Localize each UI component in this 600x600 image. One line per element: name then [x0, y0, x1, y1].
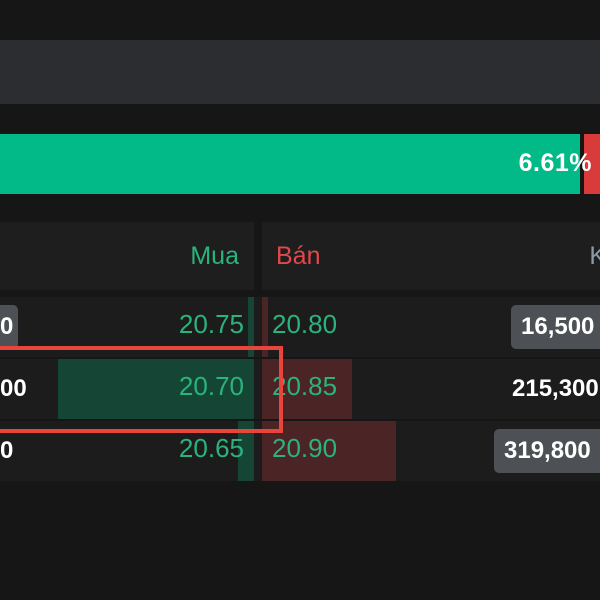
sell-volume: 16,500 [511, 305, 600, 349]
buy-price[interactable]: 20.65 [179, 433, 244, 464]
buy-quantity: 0 [0, 437, 14, 464]
sell-cell[interactable]: 20.90 319,800 [262, 421, 600, 481]
sell-cell[interactable]: 20.80 16,500 [262, 297, 600, 357]
buy-column-header: Mua [0, 222, 254, 290]
buy-ratio-label: 6.61% [518, 149, 592, 177]
sell-price[interactable]: 20.80 [272, 309, 337, 340]
buy-header-label: Mua [190, 242, 239, 270]
sell-column-header: Bán K [262, 222, 600, 290]
sell-cell[interactable]: 20.85 215,300 [262, 359, 600, 419]
spacer [0, 104, 600, 134]
buy-ratio-fill [0, 134, 580, 194]
sell-header-label: Bán [276, 242, 321, 270]
buy-price[interactable]: 20.75 [179, 309, 244, 340]
sell-volume: 215,300 [512, 375, 599, 402]
buy-sell-ratio-bar: 6.61% [0, 134, 600, 194]
sell-price[interactable]: 20.90 [272, 433, 337, 464]
highlight-box [0, 346, 283, 433]
toolbar-band [0, 40, 600, 106]
buy-quantity: 0 [0, 305, 18, 349]
volume-header-label: K [589, 242, 600, 270]
top-bar [0, 0, 600, 16]
sell-volume: 319,800 [494, 429, 600, 473]
